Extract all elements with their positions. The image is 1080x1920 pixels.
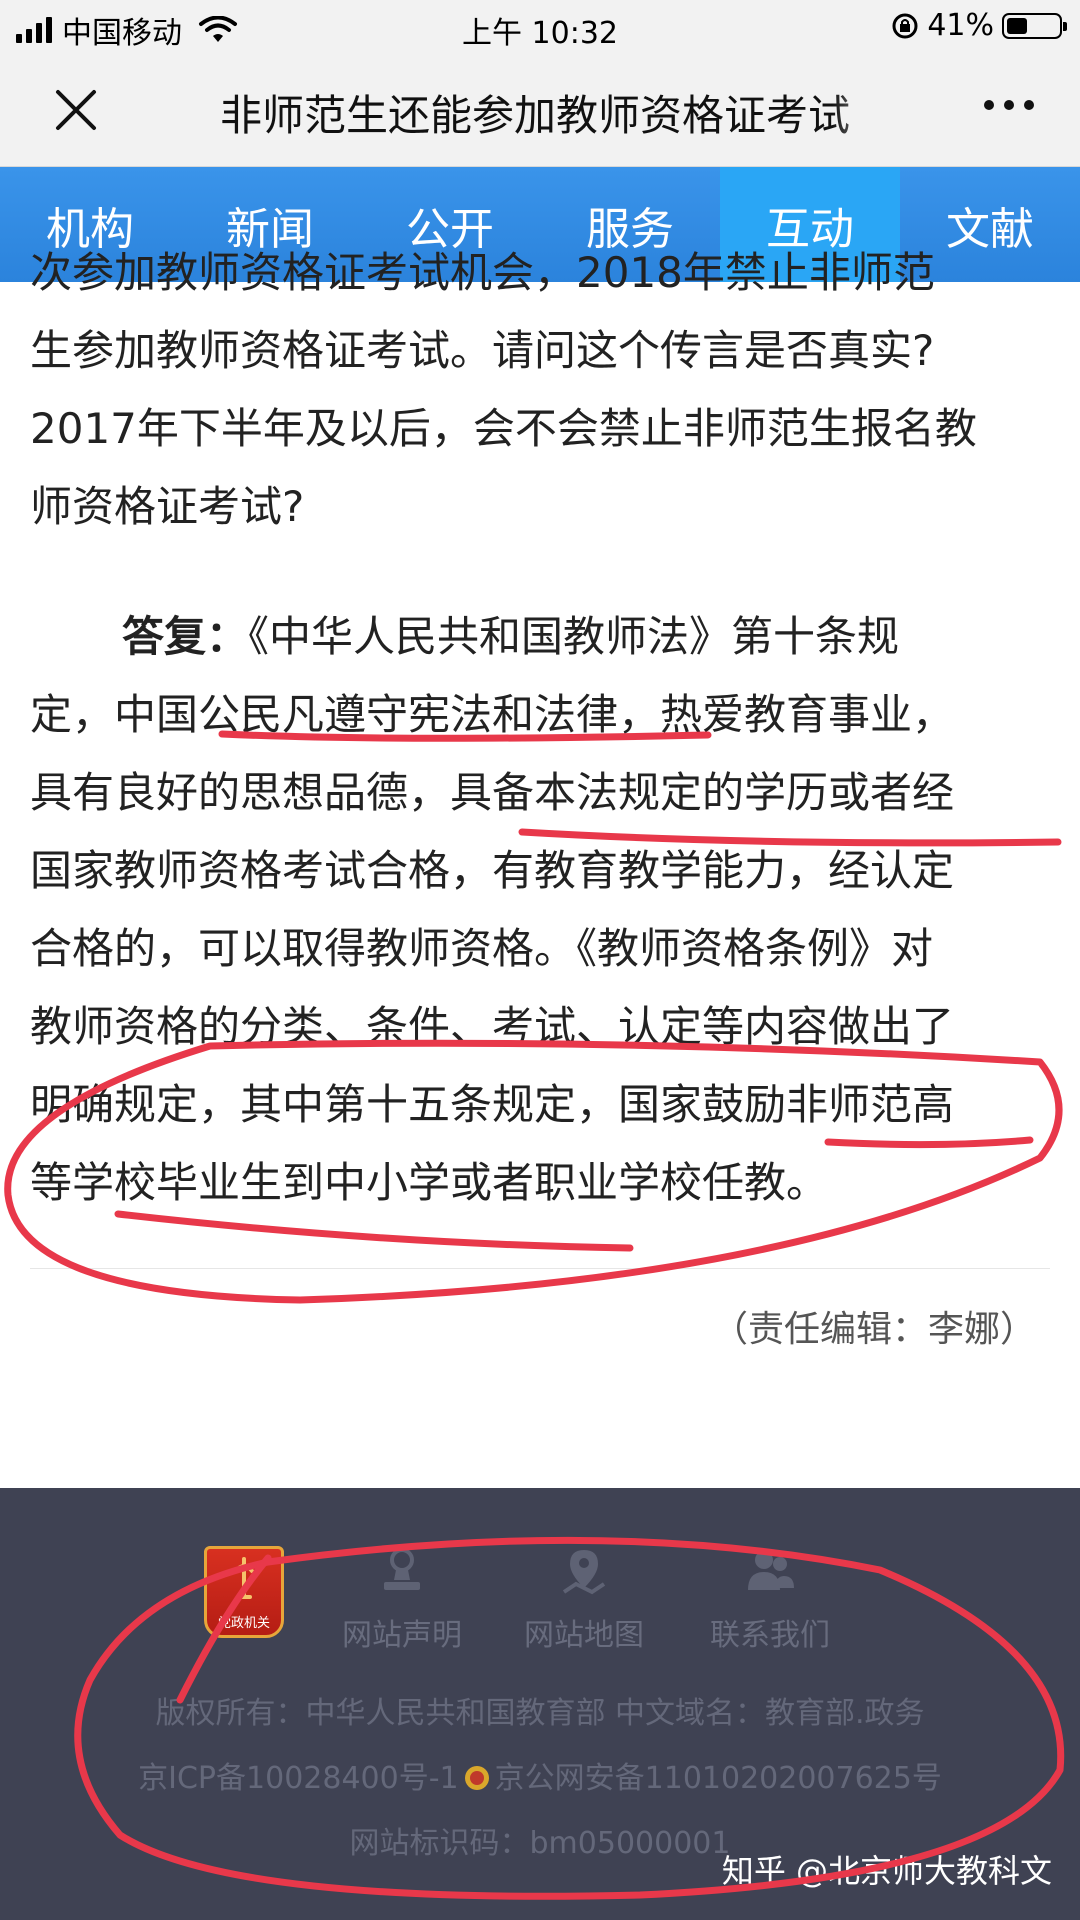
answer-line: 明确规定，其中第十五条规定，国家鼓励非师范高 <box>30 1080 955 1129</box>
question-line: 师资格证考试? <box>30 482 305 531</box>
close-icon[interactable] <box>52 86 100 134</box>
footer-link-label: 网站声明 <box>342 1618 462 1653</box>
question-line: 2017年下半年及以后，会不会禁止非师范生报名教 <box>30 404 977 453</box>
site-statement-link[interactable]: 网站声明 <box>327 1546 477 1654</box>
question-line: 次参加教师资格证考试机会，2018年禁止非师范 <box>30 248 935 297</box>
answer-line: 定，中国公民凡遵守宪法和法律，热爱教育事业， <box>30 690 955 739</box>
police-badge-icon <box>464 1766 489 1790</box>
copyright-text: 版权所有：中华人民共和国教育部 中文域名：教育部.政务 <box>155 1696 925 1731</box>
contact-icon <box>748 1551 794 1590</box>
record-line: 京ICP备10028400号-1 京公网安备11010202007625号 <box>0 1753 1080 1797</box>
battery-level <box>1007 17 1028 34</box>
question-paragraph: 次参加教师资格证考试机会，2018年禁止非师范 生参加教师资格证考试。请问这个传… <box>30 234 977 546</box>
answer-paragraph: 答复：《中华人民共和国教师法》第十条规 定，中国公民凡遵守宪法和法律，热爱教育事… <box>30 598 954 1222</box>
party-government-badge[interactable]: 党政机关 <box>204 1546 284 1638</box>
question-line: 生参加教师资格证考试。请问这个传言是否真实? <box>30 326 935 375</box>
answer-line: 教师资格的分类、条件、考试、认定等内容做出了 <box>30 1002 955 1051</box>
map-pin-icon <box>562 1550 606 1595</box>
site-map-link[interactable]: 网站地图 <box>509 1546 659 1654</box>
badge-text: 党政机关 <box>217 1616 270 1631</box>
answer-line: 答复：《中华人民共和国教师法》第十条规 <box>30 598 954 676</box>
divider <box>30 1268 1050 1269</box>
footer-link-label: 联系我们 <box>710 1618 830 1653</box>
site-footer: 党政机关 网站声明 网站地图 联系我们 版权所有：中华人民共和国教育部 中文域名… <box>0 1488 1080 1920</box>
battery-percent: 41% <box>927 8 994 43</box>
police-record-link[interactable]: 京公网安备11010202007625号 <box>495 1761 942 1796</box>
zhihu-watermark: 知乎 @北京师大教科文 <box>721 1852 1052 1890</box>
answer-line-text: 《中华人民共和国教师法》第十条规 <box>248 612 900 661</box>
rotation-lock-icon <box>892 13 918 38</box>
answer-line: 等学校毕业生到中小学或者职业学校任教。 <box>30 1158 829 1207</box>
answer-line: 具有良好的思想品德，具备本法规定的学历或者经 <box>30 768 955 817</box>
page-title: 非师范生还能参加教师资格证考试 <box>220 91 851 138</box>
title-bar: 非师范生还能参加教师资格证考试 <box>0 52 1080 167</box>
answer-line: 国家教师资格考试合格，有教育教学能力，经认定 <box>30 846 955 895</box>
answer-label: 答复： <box>122 612 249 661</box>
seal-icon <box>234 1557 254 1599</box>
icp-link[interactable]: 京ICP备10028400号-1 <box>138 1761 459 1796</box>
status-bar: 中国移动 上午 10:32 41% <box>0 0 1080 52</box>
answer-line: 合格的，可以取得教师资格。《教师资格条例》对 <box>30 924 934 973</box>
battery-icon <box>1002 12 1067 39</box>
footer-link-label: 网站地图 <box>524 1618 644 1653</box>
contact-us-link[interactable]: 联系我们 <box>695 1546 845 1654</box>
seal-icon <box>384 1548 420 1590</box>
more-icon[interactable] <box>984 100 1034 110</box>
editor-credit: （责任编辑：李娜） <box>711 1309 1036 1350</box>
